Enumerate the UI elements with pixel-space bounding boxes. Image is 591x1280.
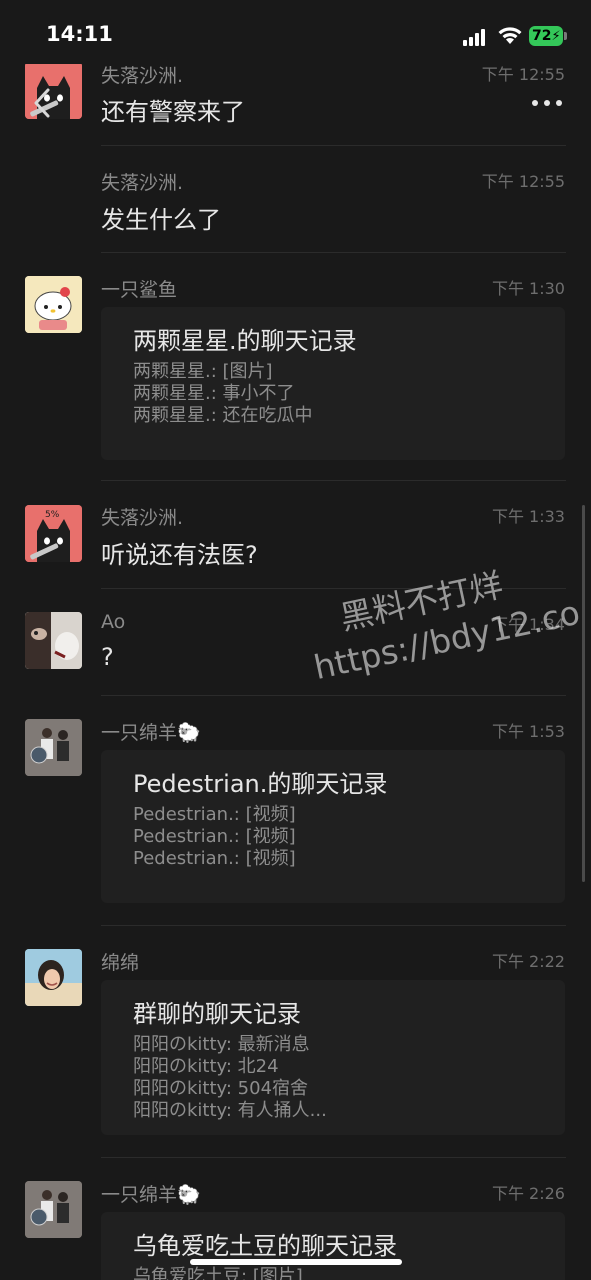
message-time: 下午 1:33 [491,507,565,526]
card-line: Pedestrian.: [视频] [133,848,296,869]
card-title: Pedestrian.的聊天记录 [133,770,388,798]
list-item[interactable]: 一只鲨鱼 下午 1:30 两颗星星.的聊天记录 两颗星星.: [图片] 两颗星星… [0,253,591,481]
home-indicator[interactable] [190,1259,402,1265]
list-item[interactable]: 一只绵羊🐑 下午 1:53 Pedestrian.的聊天记录 Pedestria… [0,696,591,926]
chat-history-card[interactable]: 两颗星星.的聊天记录 两颗星星.: [图片] 两颗星星.: 事小不了 两颗星星.… [101,307,565,460]
message-time: 下午 2:22 [491,952,565,971]
avatar-cat: 5% [25,505,82,562]
avatar-hello-kitty [25,276,82,333]
message-time: 下午 1:34 [491,615,565,634]
back-arrow-icon[interactable] [30,86,58,120]
message-time: 下午 1:30 [491,279,565,298]
chat-history-card[interactable]: 群聊的聊天记录 阳阳のkitty: 最新消息 阳阳のkitty: 北24 阳阳の… [101,980,565,1135]
more-options-icon[interactable] [530,93,564,113]
sender-name: 失落沙洲. [101,507,184,529]
selfie-dog-icon [25,612,82,669]
card-line: 两颗星星.: 还在吃瓜中 [133,405,313,426]
wifi-icon [498,27,522,44]
couple-photo-icon [25,1181,82,1238]
scrollbar[interactable] [582,505,585,882]
chat-history-card[interactable]: 乌龟爱吃土豆的聊天记录 乌龟爱吃土豆: [图片] [101,1212,565,1280]
sender-name: Ao [101,611,126,633]
status-bar: 14:11 72⚡ [0,0,591,64]
sender-name: 绵绵 [101,952,140,974]
cat-badge: 5% [45,510,60,520]
girl-beach-icon [25,949,82,1006]
sender-name: 一只绵羊🐑 [101,722,201,744]
message-text: 还有警察来了 [101,98,245,126]
sender-name: 一只鲨鱼 [101,279,178,301]
avatar-sheep [25,719,82,776]
message-time: 下午 12:55 [481,65,565,84]
list-item[interactable]: 5% 失落沙洲. 下午 1:33 听说还有法医? [0,481,591,589]
chat-history-card[interactable]: Pedestrian.的聊天记录 Pedestrian.: [视频] Pedes… [101,750,565,903]
avatar-sheep [25,1181,82,1238]
card-title: 群聊的聊天记录 [133,1000,301,1028]
sender-name: 失落沙洲. [101,65,184,87]
card-title: 两颗星星.的聊天记录 [133,327,357,355]
battery-indicator: 72⚡ [529,26,563,46]
battery-level: 72 [532,28,552,44]
avatar-mianmian [25,949,82,1006]
avatar-ao [25,612,82,669]
card-title: 乌龟爱吃土豆的聊天记录 [133,1232,397,1260]
message-text: 听说还有法医? [101,541,258,569]
message-time: 下午 1:53 [491,722,565,741]
list-item[interactable]: Ao 下午 1:34 ? [0,589,591,696]
message-text: ? [101,643,114,671]
message-text: 发生什么了 [101,206,221,234]
cellular-signal-icon [463,28,489,46]
couple-photo-icon [25,719,82,776]
battery-nub [564,32,567,40]
card-line: 阳阳のkitty: 有人捅人... [133,1100,327,1121]
status-time: 14:11 [46,22,113,46]
list-item[interactable]: 失落沙洲. 下午 12:55 发生什么了 [0,146,591,253]
cat-knife-icon: 5% [25,505,82,562]
message-time: 下午 2:26 [491,1184,565,1203]
hello-kitty-icon [25,276,82,333]
sender-name: 失落沙洲. [101,172,184,194]
sender-name: 一只绵羊🐑 [101,1184,201,1206]
list-item[interactable]: 绵绵 下午 2:22 群聊的聊天记录 阳阳のkitty: 最新消息 阳阳のkit… [0,926,591,1158]
message-time: 下午 12:55 [481,172,565,191]
